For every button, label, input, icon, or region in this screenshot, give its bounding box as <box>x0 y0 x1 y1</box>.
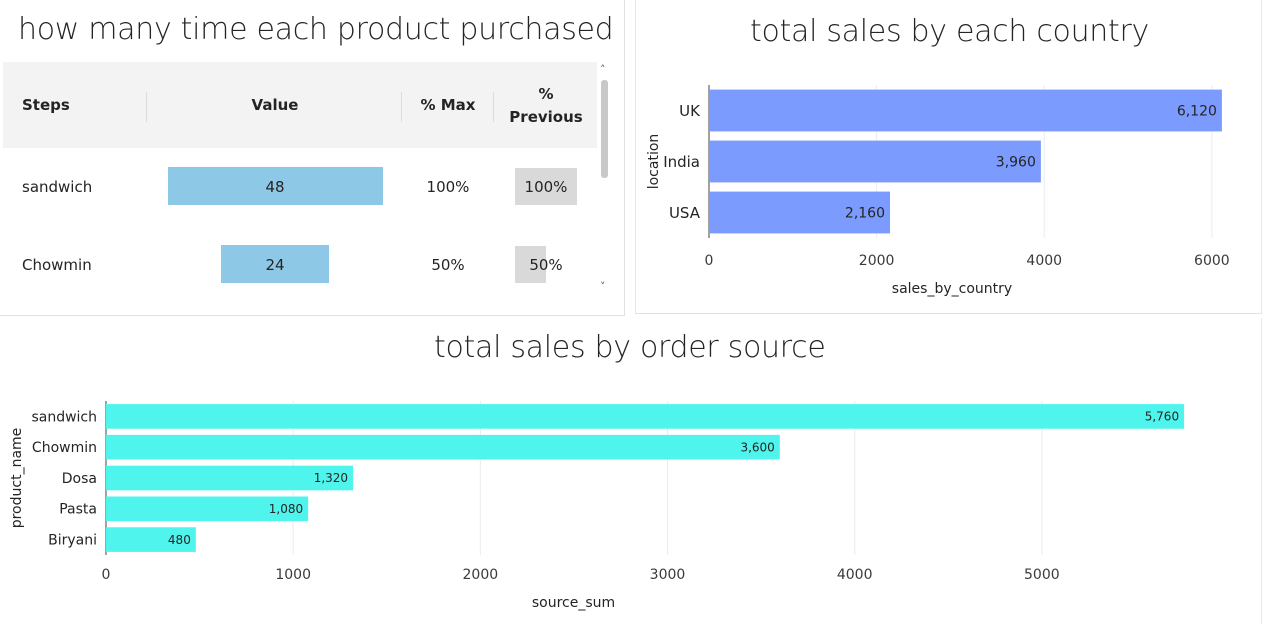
header-steps[interactable]: Steps <box>22 96 70 114</box>
data-label: 480 <box>168 533 191 547</box>
header-pct-previous-line2[interactable]: Previous <box>496 108 596 126</box>
row-pct-previous: 100% <box>524 178 568 196</box>
x-tick-label: 2000 <box>859 253 895 269</box>
x-tick-label: 0 <box>102 567 111 583</box>
row-pct-previous: 50% <box>529 256 563 274</box>
data-label: 1,320 <box>314 471 348 485</box>
x-tick-label: 2000 <box>463 567 499 583</box>
row-value: 48 <box>265 178 285 196</box>
x-tick-label: 5000 <box>1024 567 1060 583</box>
data-label: 1,080 <box>269 502 303 516</box>
bar <box>106 404 1185 429</box>
category-label: Pasta <box>59 502 97 518</box>
header-divider <box>401 92 402 122</box>
funnel-visual: how many time each product purchased Ste… <box>0 0 625 316</box>
scrollbar-thumb[interactable] <box>601 80 608 178</box>
y-axis-title: location <box>646 134 662 190</box>
row-pct-max: 50% <box>431 256 465 274</box>
x-tick-label: 4000 <box>1026 253 1062 269</box>
bar <box>709 89 1222 132</box>
x-tick-label: 0 <box>705 253 714 269</box>
x-axis-title: sales_by_country <box>892 281 1012 297</box>
data-label: 5,760 <box>1145 410 1179 424</box>
category-label: UK <box>679 102 701 120</box>
bar <box>106 434 780 460</box>
category-label: USA <box>669 204 701 222</box>
category-label: Chowmin <box>32 440 97 456</box>
scroll-down-icon[interactable]: ˅ <box>600 280 606 293</box>
row-pct-max: 100% <box>426 178 470 196</box>
data-label: 3,960 <box>996 154 1036 170</box>
header-pct-previous-line1[interactable]: % <box>496 85 596 103</box>
header-pct-max[interactable]: % Max <box>404 96 492 114</box>
row-step: sandwich <box>22 178 93 196</box>
data-label: 2,160 <box>845 205 885 221</box>
y-axis-title: product_name <box>9 428 25 529</box>
x-tick-label: 4000 <box>837 567 873 583</box>
header-divider <box>146 92 147 122</box>
category-label: India <box>663 153 700 171</box>
bar <box>709 140 1041 183</box>
x-tick-label: 3000 <box>650 567 686 583</box>
source-chart-visual: total sales by order source 0 1000 2000 300… <box>0 318 1262 624</box>
data-label: 6,120 <box>1177 103 1217 119</box>
country-bar-chart: 0 2000 4000 6000 UK 6,120 India 3,960 USA 2,160 sa… <box>646 85 1230 297</box>
category-label: sandwich <box>31 409 97 425</box>
x-axis-title: source_sum <box>532 595 615 611</box>
row-step: Chowmin <box>22 256 92 274</box>
funnel-title: how many time each product purchased <box>18 12 614 47</box>
scroll-up-icon[interactable]: ˄ <box>600 63 606 76</box>
x-tick-label: 1000 <box>275 567 311 583</box>
source-bar-chart: 0 1000 2000 3000 4000 5000 sandwich 5,760 Chowmi… <box>9 401 1185 611</box>
header-value[interactable]: Value <box>150 96 400 114</box>
row-value: 24 <box>265 256 285 274</box>
x-tick-label: 6000 <box>1194 253 1230 269</box>
country-chart-visual: total sales by each country 0 2000 4000 600… <box>635 0 1262 314</box>
category-label: Biryani <box>48 533 97 549</box>
category-label: Dosa <box>62 471 97 487</box>
data-label: 3,600 <box>740 440 774 454</box>
header-divider <box>493 92 494 122</box>
